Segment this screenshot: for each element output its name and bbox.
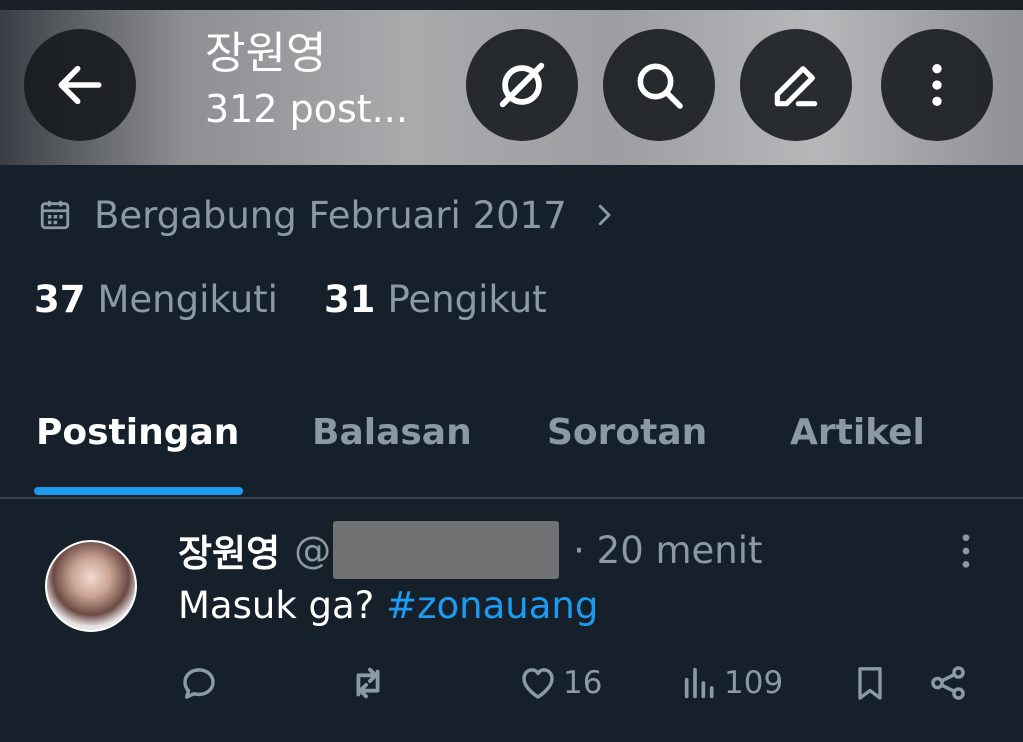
grok-icon bbox=[499, 62, 545, 108]
post-handle-prefix: @ bbox=[294, 528, 332, 572]
header-post-count: 312 post... bbox=[205, 87, 408, 131]
post-author-name[interactable]: 장원영 bbox=[178, 523, 280, 577]
hashtag-link[interactable]: #zonauang bbox=[386, 584, 598, 627]
share-icon bbox=[931, 666, 965, 700]
repost-icon bbox=[356, 667, 380, 699]
like-count: 16 bbox=[563, 665, 603, 701]
profile-tabs: Postingan Balasan Sorotan Artikel bbox=[0, 405, 1023, 497]
views-bar-chart-icon bbox=[684, 667, 714, 699]
post-more-button[interactable] bbox=[953, 531, 979, 575]
more-vertical-icon bbox=[962, 534, 970, 568]
reply-button[interactable] bbox=[178, 655, 220, 711]
share-button[interactable] bbox=[927, 655, 969, 711]
views-button[interactable]: 109 bbox=[680, 655, 783, 711]
more-vertical-icon bbox=[932, 64, 942, 106]
repost-button[interactable] bbox=[345, 655, 391, 711]
like-button[interactable]: 16 bbox=[517, 655, 602, 711]
followers-link[interactable]: 31 Pengikut bbox=[324, 278, 547, 321]
redacted-handle bbox=[333, 521, 560, 579]
tab-artikel[interactable]: Artikel bbox=[790, 405, 925, 461]
post-timestamp[interactable]: · 20 menit bbox=[573, 529, 762, 572]
edit-button[interactable] bbox=[740, 29, 852, 141]
header-name: 장원영 bbox=[205, 28, 327, 79]
active-tab-indicator bbox=[34, 487, 243, 495]
bookmark-button[interactable] bbox=[850, 655, 890, 711]
tab-postingan[interactable]: Postingan bbox=[36, 405, 239, 461]
joined-date-row[interactable]: Bergabung Februari 2017 bbox=[38, 190, 619, 240]
back-arrow-icon bbox=[58, 65, 102, 105]
tabs-divider bbox=[0, 497, 1023, 499]
joined-date-text: Bergabung Februari 2017 bbox=[94, 193, 567, 237]
following-link[interactable]: 37 Mengikuti bbox=[34, 278, 278, 321]
followers-count: 31 bbox=[323, 278, 376, 321]
post-body: Masuk ga? #zonauang bbox=[178, 580, 598, 632]
following-count: 37 bbox=[34, 278, 86, 321]
calendar-icon bbox=[38, 198, 72, 232]
back-button[interactable] bbox=[24, 29, 136, 141]
tab-balasan[interactable]: Balasan bbox=[312, 405, 472, 461]
view-count: 109 bbox=[724, 665, 784, 701]
edit-icon bbox=[774, 66, 818, 107]
avatar[interactable] bbox=[45, 540, 137, 632]
bookmark-icon bbox=[858, 667, 882, 700]
grok-button[interactable] bbox=[466, 29, 578, 141]
post-text: Masuk ga? bbox=[178, 584, 375, 627]
heart-icon bbox=[522, 668, 554, 699]
follow-stats: 37 Mengikuti 31 Pengikut bbox=[34, 278, 547, 321]
header-title: 장원영 312 post... bbox=[205, 24, 408, 134]
followers-label: Pengikut bbox=[387, 278, 547, 321]
following-label: Mengikuti bbox=[97, 278, 278, 321]
post-header: 장원영 @ · 20 menit bbox=[178, 521, 763, 579]
search-icon bbox=[637, 63, 683, 109]
profile-header-banner: 장원영 312 post... bbox=[0, 0, 1023, 165]
search-button[interactable] bbox=[603, 29, 715, 141]
chevron-right-icon bbox=[589, 200, 619, 230]
reply-icon bbox=[183, 668, 215, 699]
post-actions: 16 109 bbox=[0, 655, 1023, 711]
more-options-button[interactable] bbox=[881, 29, 993, 141]
tab-sorotan[interactable]: Sorotan bbox=[547, 405, 707, 461]
